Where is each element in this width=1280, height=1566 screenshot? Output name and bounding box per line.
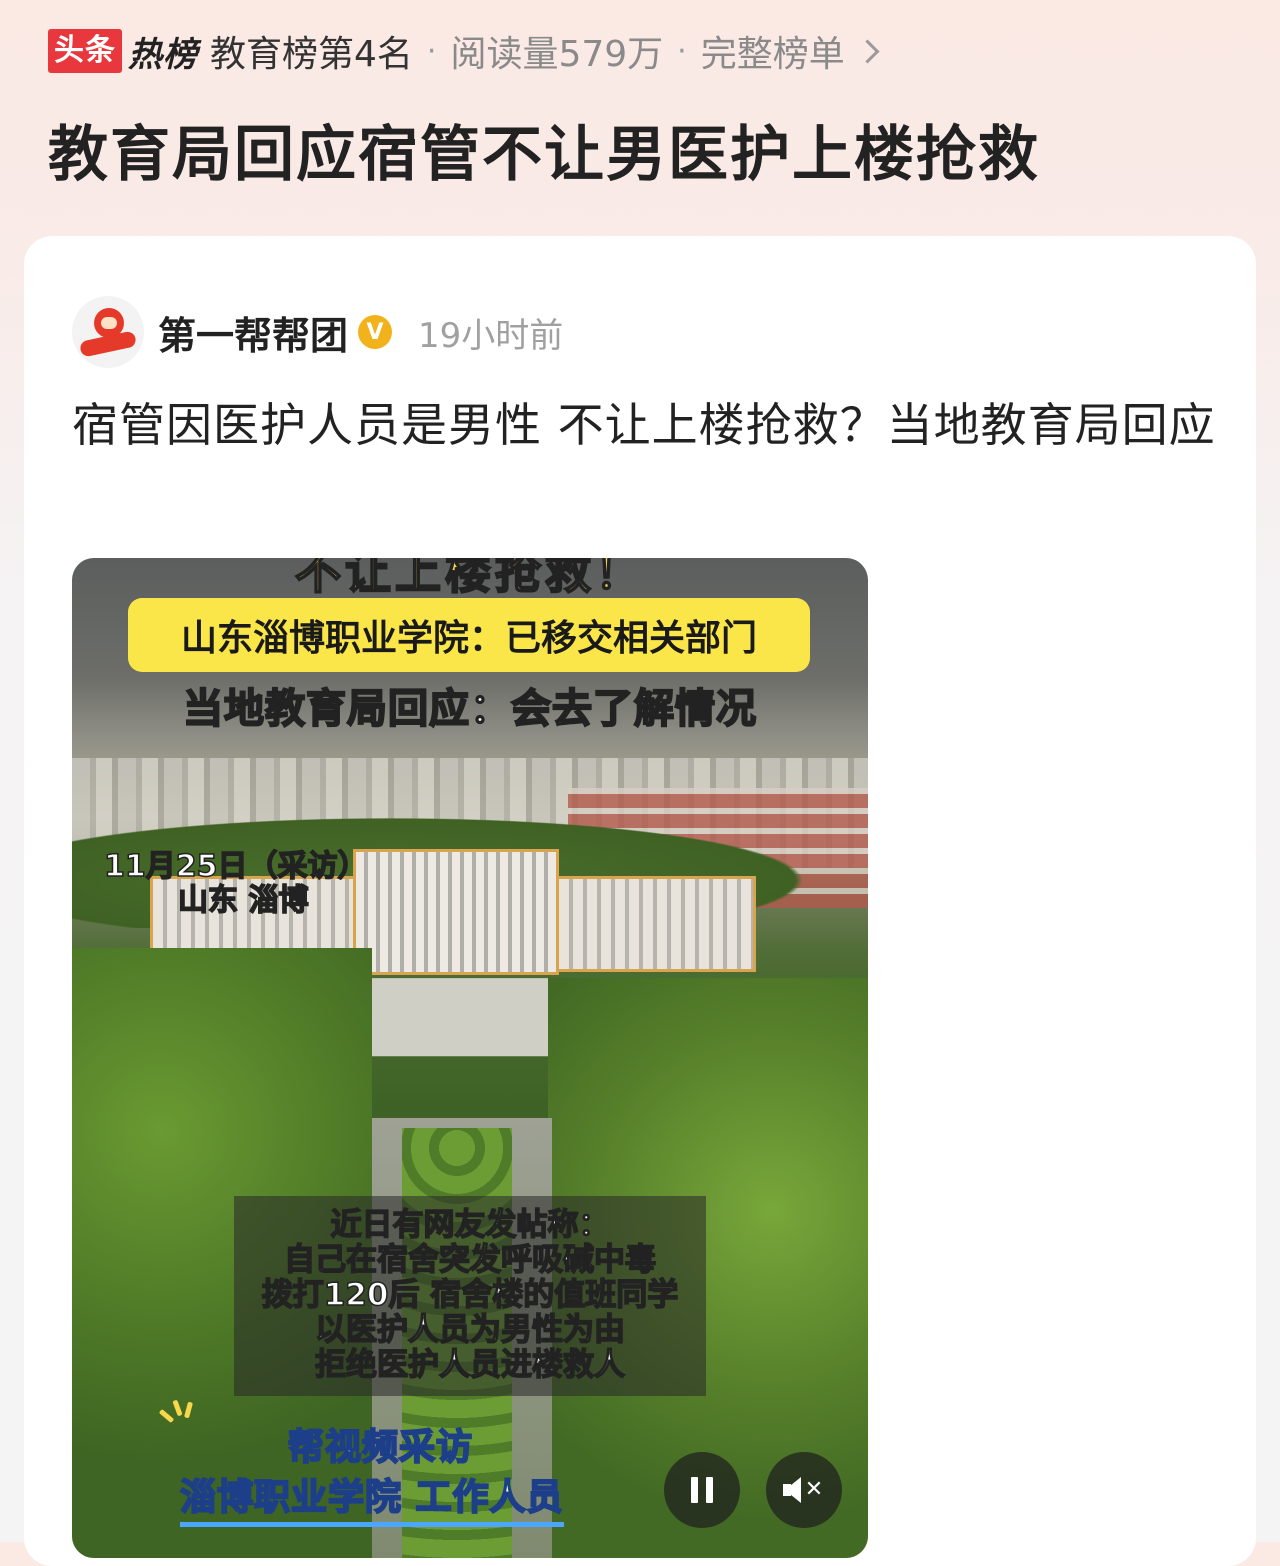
mute-button[interactable]: ✕ bbox=[766, 1452, 842, 1528]
avatar-mascot-face bbox=[94, 308, 124, 338]
video-caption: 近日有网友发帖称： 自己在宿舍突发呼吸碱中毒 拨打120后 宿舍楼的值班同学 以… bbox=[212, 1207, 728, 1384]
video-location: 山东 淄博 bbox=[177, 883, 309, 919]
read-count: 阅读量579万 bbox=[450, 34, 664, 75]
caption-line: 自己在宿舍突发呼吸碱中毒 bbox=[283, 1242, 657, 1279]
caption-line: 拒绝医护人员进楼救人 bbox=[314, 1347, 626, 1384]
page-title: 教育局回应宿管不让男医护上楼抢救 bbox=[48, 120, 1040, 190]
full-list-link[interactable]: 完整榜单 bbox=[700, 25, 880, 77]
rank-text: 教育榜第4名 bbox=[210, 34, 413, 75]
video-bottom-caption-1: 帮视频采访 bbox=[287, 1426, 474, 1469]
separator: · bbox=[677, 33, 687, 69]
video-top-headline: 不让上楼抢救！ bbox=[294, 558, 645, 600]
caption-line: 近日有网友发帖称： bbox=[330, 1207, 611, 1244]
pause-icon bbox=[691, 1477, 698, 1503]
full-list-label: 完整榜单 bbox=[700, 34, 845, 75]
rebang-logo: 热榜 bbox=[128, 34, 198, 75]
caption-line: 以医护人员为男性为由 bbox=[314, 1312, 626, 1349]
chevron-right-icon bbox=[855, 38, 880, 64]
author-row[interactable]: 第一帮帮团 V 19小时前 bbox=[72, 296, 563, 368]
video-player[interactable]: 不让上楼抢救！ 山东淄博职业学院：已移交相关部门 当地教育局回应：会去了解情况 … bbox=[72, 558, 868, 1558]
video-yellow-banner: 山东淄博职业学院：已移交相关部门 bbox=[128, 598, 810, 672]
verified-badge-icon: V bbox=[358, 315, 393, 349]
video-date-location: 11月25日（采访） 山东 淄博 bbox=[103, 849, 368, 919]
post-time: 19小时前 bbox=[418, 315, 564, 356]
caption-line: 拨打120后 宿舍楼的值班同学 bbox=[261, 1277, 679, 1314]
sparkle-icon bbox=[158, 1398, 194, 1428]
hot-list-bar[interactable]: 头条 热榜 教育榜第4名 · 阅读量579万 · 完整榜单 bbox=[48, 25, 880, 77]
avatar[interactable] bbox=[72, 296, 144, 368]
pause-icon bbox=[706, 1477, 713, 1503]
pause-button[interactable] bbox=[664, 1452, 740, 1528]
video-white-banner: 当地教育局回应：会去了解情况 bbox=[182, 685, 757, 733]
video-date: 11月25日（采访） bbox=[103, 849, 368, 885]
separator: · bbox=[426, 33, 437, 69]
post-title[interactable]: 宿管因医护人员是男性 不让上楼抢救？当地教育局回应 bbox=[72, 394, 1222, 456]
video-bottom-caption-2: 淄博职业学院 工作人员 bbox=[179, 1468, 564, 1527]
mute-icon: ✕ bbox=[804, 1477, 824, 1502]
post-card[interactable]: 第一帮帮团 V 19小时前 宿管因医护人员是男性 不让上楼抢救？当地教育局回应 … bbox=[24, 236, 1256, 1566]
speaker-icon bbox=[782, 1477, 801, 1503]
toutiao-logo: 头条 bbox=[48, 29, 122, 73]
author-name[interactable]: 第一帮帮团 bbox=[158, 305, 348, 360]
